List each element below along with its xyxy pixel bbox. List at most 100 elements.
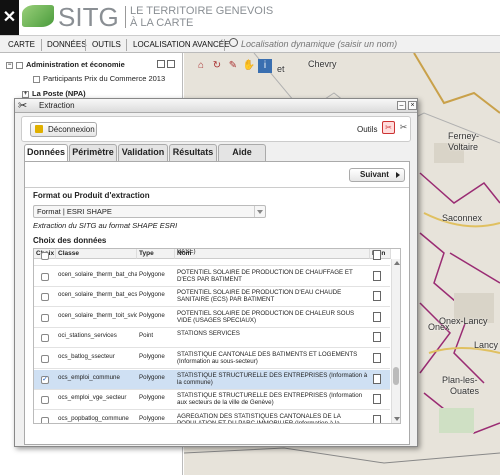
cell-type: Polygone bbox=[139, 373, 165, 381]
map-place-label: Lancy bbox=[474, 340, 499, 350]
cell-nom: STATISTIQUE CANTONALE DES BATIMENTS ET L… bbox=[177, 351, 358, 365]
menu-divider bbox=[41, 39, 42, 51]
document-link-icon[interactable] bbox=[373, 373, 381, 384]
layer-group-administration[interactable]: − Administration et économie bbox=[6, 60, 125, 69]
logo-subtitle-line1: LE TERRITOIRE GENEVOIS bbox=[130, 5, 274, 17]
search-input[interactable] bbox=[241, 37, 491, 51]
row-checkbox[interactable] bbox=[41, 313, 49, 322]
document-link-icon[interactable] bbox=[373, 414, 381, 423]
menu-outils[interactable]: OUTILS bbox=[89, 38, 124, 52]
refresh-icon[interactable]: ↻ bbox=[210, 59, 224, 73]
table-row[interactable]: oci_stations_services Point STATIONS SERVI… bbox=[34, 328, 390, 349]
scrollbar-thumb[interactable] bbox=[393, 367, 399, 385]
info-icon[interactable]: i bbox=[258, 59, 272, 73]
cell-classe: oci_stations_services bbox=[58, 332, 117, 340]
table-row[interactable]: ✓ ocs_emploi_commune Polygone STATISTIQUE S… bbox=[34, 369, 390, 390]
menu-divider bbox=[224, 39, 225, 51]
scroll-up-icon[interactable] bbox=[394, 261, 400, 265]
document-link-icon[interactable] bbox=[373, 291, 381, 302]
cell-type bbox=[137, 249, 175, 266]
layer-checkbox[interactable] bbox=[16, 61, 23, 69]
arrow-right-icon bbox=[396, 172, 400, 178]
format-note: Extraction du SITG au format SHAPE ESRI bbox=[33, 221, 178, 230]
cell-type: Polygone bbox=[139, 291, 165, 299]
layer-item[interactable]: Participants Prix du Commerce 2013 bbox=[33, 74, 165, 83]
cell-type: Polygone bbox=[139, 394, 165, 402]
home-icon[interactable]: ⌂ bbox=[194, 59, 208, 73]
table-row[interactable]: ocs_emploi_vge_secteur Polygone STATISTIQU… bbox=[34, 390, 390, 411]
cell-classe: ocs_batlog_ssecteur bbox=[58, 353, 115, 360]
document-link-icon[interactable] bbox=[373, 250, 381, 260]
suivant-button[interactable]: Suivant bbox=[349, 168, 405, 182]
menu-donnees[interactable]: DONNÉES bbox=[44, 38, 90, 52]
layer-item-label: Participants Prix du Commerce 2013 bbox=[43, 74, 166, 83]
deconnexion-button[interactable]: Déconnexion bbox=[30, 122, 97, 137]
cell-nom: STATISTIQUE STRUCTURELLE DES ENTREPRISES… bbox=[177, 392, 363, 407]
menu-divider bbox=[126, 39, 127, 51]
dialog-toolbar: Déconnexion Outils ✂ ✂ bbox=[21, 116, 411, 142]
cell-type: Polygone bbox=[139, 414, 165, 422]
table-scrollbar[interactable] bbox=[391, 259, 400, 423]
outils-label: Outils bbox=[357, 125, 378, 134]
lock-icon bbox=[35, 125, 43, 133]
menu-localisation-avancee[interactable]: LOCALISATION AVANCÉE bbox=[130, 38, 232, 52]
row-checkbox[interactable] bbox=[41, 252, 49, 260]
close-icon[interactable]: ✕ bbox=[0, 0, 19, 35]
table-row[interactable]: ocen_solaire_therm_bat_cha Polygone POTENT… bbox=[34, 267, 390, 287]
row-checkbox[interactable] bbox=[41, 416, 49, 423]
row-checkbox[interactable] bbox=[41, 396, 49, 405]
cell-type: Polygone bbox=[139, 270, 165, 278]
row-checkbox[interactable] bbox=[41, 355, 49, 363]
table-row[interactable]: ocen_solaire_therm_toit_svic Polygone POTE… bbox=[34, 308, 390, 328]
scissors-tool-icon[interactable]: ✂ bbox=[397, 121, 410, 134]
document-link-icon[interactable] bbox=[373, 311, 381, 322]
collapse-icon[interactable]: − bbox=[6, 61, 13, 69]
map-place-label: Onex-Lancy bbox=[439, 316, 488, 326]
cell-nom: STATISTIQUE STRUCTURELLE DES ENTREPRISES… bbox=[177, 371, 368, 386]
tab-donnees[interactable]: Données bbox=[24, 144, 68, 162]
extraction-dialog: ✂ Extraction – × Déconnexion Outils ✂ ✂ … bbox=[14, 98, 418, 447]
document-link-icon[interactable] bbox=[373, 353, 381, 363]
row-checkbox[interactable] bbox=[41, 272, 49, 281]
cell-nom: BASE) bbox=[177, 248, 196, 255]
dialog-close-button[interactable]: × bbox=[408, 101, 417, 110]
pan-hand-icon[interactable]: ✋ bbox=[242, 59, 256, 73]
row-checkbox[interactable] bbox=[41, 293, 49, 302]
row-checkbox[interactable] bbox=[41, 334, 49, 343]
scissors-icon: ✂ bbox=[18, 100, 28, 112]
sitg-logo-icon bbox=[22, 5, 54, 27]
dialog-title: Extraction bbox=[39, 101, 75, 110]
map-toolbar: ⌂ ↻ ✎ ✋ i bbox=[194, 59, 274, 79]
layer-group-label: La Poste (NPA) bbox=[32, 89, 86, 98]
tab-resultats[interactable]: Résultats bbox=[169, 144, 217, 161]
layer-checkbox[interactable] bbox=[33, 75, 40, 83]
format-select[interactable]: Format | ESRI SHAPE bbox=[33, 205, 266, 218]
scroll-down-icon[interactable] bbox=[394, 417, 400, 421]
tab-aide[interactable]: Aide bbox=[218, 144, 266, 161]
document-link-icon[interactable] bbox=[373, 332, 381, 343]
table-row[interactable]: ocs_batlog_ssecteur Polygone STATISTIQUE C… bbox=[34, 349, 390, 369]
cell-classe: ocs_emploi_commune bbox=[58, 373, 120, 381]
row-checkbox[interactable]: ✓ bbox=[41, 375, 49, 384]
minimize-button[interactable]: – bbox=[397, 101, 406, 110]
extract-tool-icon[interactable]: ✂ bbox=[382, 121, 395, 134]
table-row[interactable]: BASE) bbox=[34, 248, 390, 266]
document-link-icon[interactable] bbox=[373, 270, 381, 281]
tab-validation[interactable]: Validation bbox=[118, 144, 168, 161]
tab-perimetre[interactable]: Périmètre bbox=[69, 144, 117, 161]
menu-carte[interactable]: CARTE bbox=[5, 38, 38, 52]
suivant-label: Suivant bbox=[360, 170, 389, 179]
map-place-label: Saconnex bbox=[442, 213, 483, 223]
table-row[interactable]: ocen_solaire_therm_bat_ecs Polygone POTENT… bbox=[34, 287, 390, 308]
cell-classe bbox=[56, 249, 137, 266]
expand-icon[interactable]: + bbox=[22, 90, 29, 98]
measure-icon[interactable]: ✎ bbox=[226, 59, 240, 73]
layer-group-la-poste[interactable]: + La Poste (NPA) bbox=[22, 89, 86, 98]
table-row[interactable]: ocs_popbatlog_commune Polygone AGREGATION … bbox=[34, 411, 390, 424]
layer-tool-icon[interactable] bbox=[157, 60, 165, 68]
document-link-icon[interactable] bbox=[373, 394, 381, 405]
cell-nom: AGREGATION DES STATISTIQUES CANTONALES D… bbox=[177, 412, 341, 424]
layer-tool-icon[interactable] bbox=[167, 60, 175, 68]
dialog-titlebar[interactable]: ✂ Extraction – × bbox=[15, 99, 417, 113]
menu-divider bbox=[85, 39, 86, 51]
